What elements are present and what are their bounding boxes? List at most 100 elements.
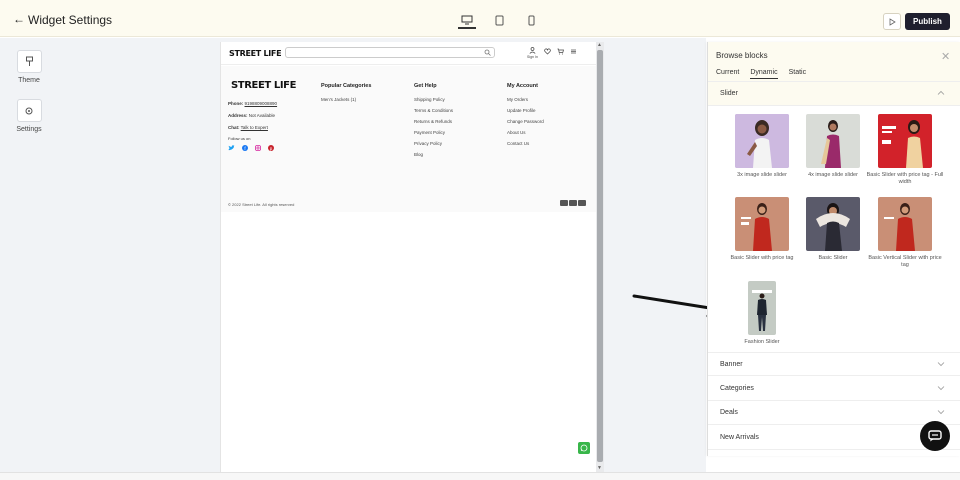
footer-link[interactable]: Terms & Conditions [414,108,453,119]
desktop-icon [461,15,473,24]
sign-in-link[interactable]: Sign In [527,47,538,59]
play-icon [889,17,896,26]
cart-icon[interactable] [557,48,564,55]
scroll-down-icon[interactable]: ▼ [597,465,602,471]
chat-support-button[interactable] [920,421,950,451]
chat-icon [928,430,942,442]
footer-link[interactable]: Returns & Refunds [414,119,453,130]
block-3x-image-slide-slider[interactable]: 3x image slide slider [722,114,802,179]
back-arrow-icon[interactable]: ← [13,12,25,26]
footer-link[interactable]: My Orders [507,97,544,108]
block-label: Fashion Slider [744,339,780,345]
footer-col-help: Get Help Shipping Policy Terms & Conditi… [414,83,453,163]
tablet-view-button[interactable] [490,12,508,29]
facebook-icon[interactable]: f [242,145,248,151]
footer-address: Address: Not Available [228,113,275,118]
block-label: Basic Slider with price tag [730,255,794,261]
section-label: Banner [720,361,743,368]
footer-link[interactable]: Change Password [507,119,544,130]
mobile-view-button[interactable] [522,12,540,29]
block-thumbnail [735,197,789,251]
site-search-input[interactable] [285,47,495,58]
panel-header: Browse blocks ✕ Current Dynamic Static [708,42,960,82]
close-icon[interactable]: ✕ [941,50,950,63]
user-icon [529,47,536,54]
tab-current[interactable]: Current [716,69,739,79]
preview-play-button[interactable] [883,13,901,30]
scroll-up-icon[interactable]: ▲ [597,42,602,48]
search-icon [484,49,491,56]
desktop-view-button[interactable] [458,12,476,29]
block-basic-slider[interactable]: Basic Slider [793,197,873,262]
footer-col-account: My Account My Orders Update Profile Chan… [507,83,544,152]
footer-link[interactable]: Contact Us [507,141,544,152]
footer-link[interactable]: About Us [507,130,544,141]
section-label: Slider [720,90,738,97]
block-thumbnail [748,281,776,335]
footer-logo: STREET LIFE [231,80,297,91]
device-switcher [458,12,540,29]
paint-brush-icon [16,50,42,73]
browse-blocks-panel: Browse blocks ✕ Current Dynamic Static S… [707,42,960,456]
footer-col-title: Get Help [414,83,437,89]
rail-item-theme[interactable]: Theme [0,50,58,84]
tab-static[interactable]: Static [789,69,807,79]
footer-phone: Phone: 9198809008890 [228,101,277,106]
section-label: Deals [720,409,738,416]
block-fashion-slider[interactable]: Fashion Slider [722,281,802,346]
pinterest-icon[interactable]: p [268,145,274,151]
top-bar: ← Widget Settings Publish [0,0,960,37]
block-thumbnail [806,114,860,168]
chevron-down-icon [937,362,945,367]
footer-link[interactable]: Payment Policy [414,130,453,141]
panel-tabs: Current Dynamic Static [716,69,806,79]
footer-link[interactable]: Blog [414,152,453,163]
site-logo[interactable]: STREET LIFE [229,49,282,58]
block-label: 4x image slide slider [808,172,858,178]
payment-card-icon [578,200,586,206]
footer-col-title: My Account [507,83,538,89]
footer-chat-value[interactable]: Talk to Expert [241,125,268,130]
tab-dynamic[interactable]: Dynamic [750,69,778,79]
footer-link[interactable]: Men's Jackets (1) [321,97,371,108]
section-label: Categories [720,385,754,392]
tablet-icon [495,15,503,26]
mobile-icon [528,15,534,26]
footer-address-label: Address: [228,113,248,118]
menu-icon[interactable] [570,48,577,55]
preview-scrollbar[interactable]: ▲ ▼ [596,42,604,472]
block-basic-vertical-slider-price-tag[interactable]: Basic Vertical Slider with price tag [865,197,945,269]
block-basic-slider-price-tag-full-width[interactable]: Basic Slider with price tag - Full width [865,114,945,186]
block-basic-slider-price-tag[interactable]: Basic Slider with price tag [722,197,802,262]
footer-link[interactable]: Shipping Policy [414,97,453,108]
twitter-icon[interactable] [228,145,235,151]
section-banner[interactable]: Banner [708,352,960,376]
block-4x-image-slide-slider[interactable]: 4x image slide slider [793,114,873,179]
site-header: STREET LIFE Sign In [221,42,597,65]
sign-in-label: Sign In [527,55,538,59]
left-rail: Theme Settings [0,38,58,480]
whatsapp-icon[interactable] [578,442,590,454]
payment-card-icon [560,200,568,206]
footer-link[interactable]: Privacy Policy [414,141,453,152]
heart-icon[interactable] [544,48,551,55]
section-slider[interactable]: Slider [708,82,960,106]
footer-link[interactable]: Update Profile [507,108,544,119]
section-categories[interactable]: Categories [708,377,960,401]
instagram-icon[interactable] [255,145,261,151]
block-thumbnail [735,114,789,168]
rail-label-theme: Theme [18,77,40,84]
footer-phone-value[interactable]: 9198809008890 [245,101,278,106]
page-title: Widget Settings [28,13,113,27]
payment-card-icon [569,200,577,206]
site-footer: STREET LIFE Phone: 9198809008890 Address… [221,66,597,212]
footer-col-categories: Popular Categories Men's Jackets (1) [321,83,371,108]
footer-phone-label: Phone: [228,101,244,106]
section-deals[interactable]: Deals [708,401,960,425]
footer-col-title: Popular Categories [321,83,372,89]
scroll-thumb[interactable] [597,50,603,462]
publish-button[interactable]: Publish [905,13,950,30]
bottom-edge [0,472,960,480]
block-label: Basic Slider with price tag - Full width [866,172,944,185]
rail-item-settings[interactable]: Settings [0,99,58,133]
